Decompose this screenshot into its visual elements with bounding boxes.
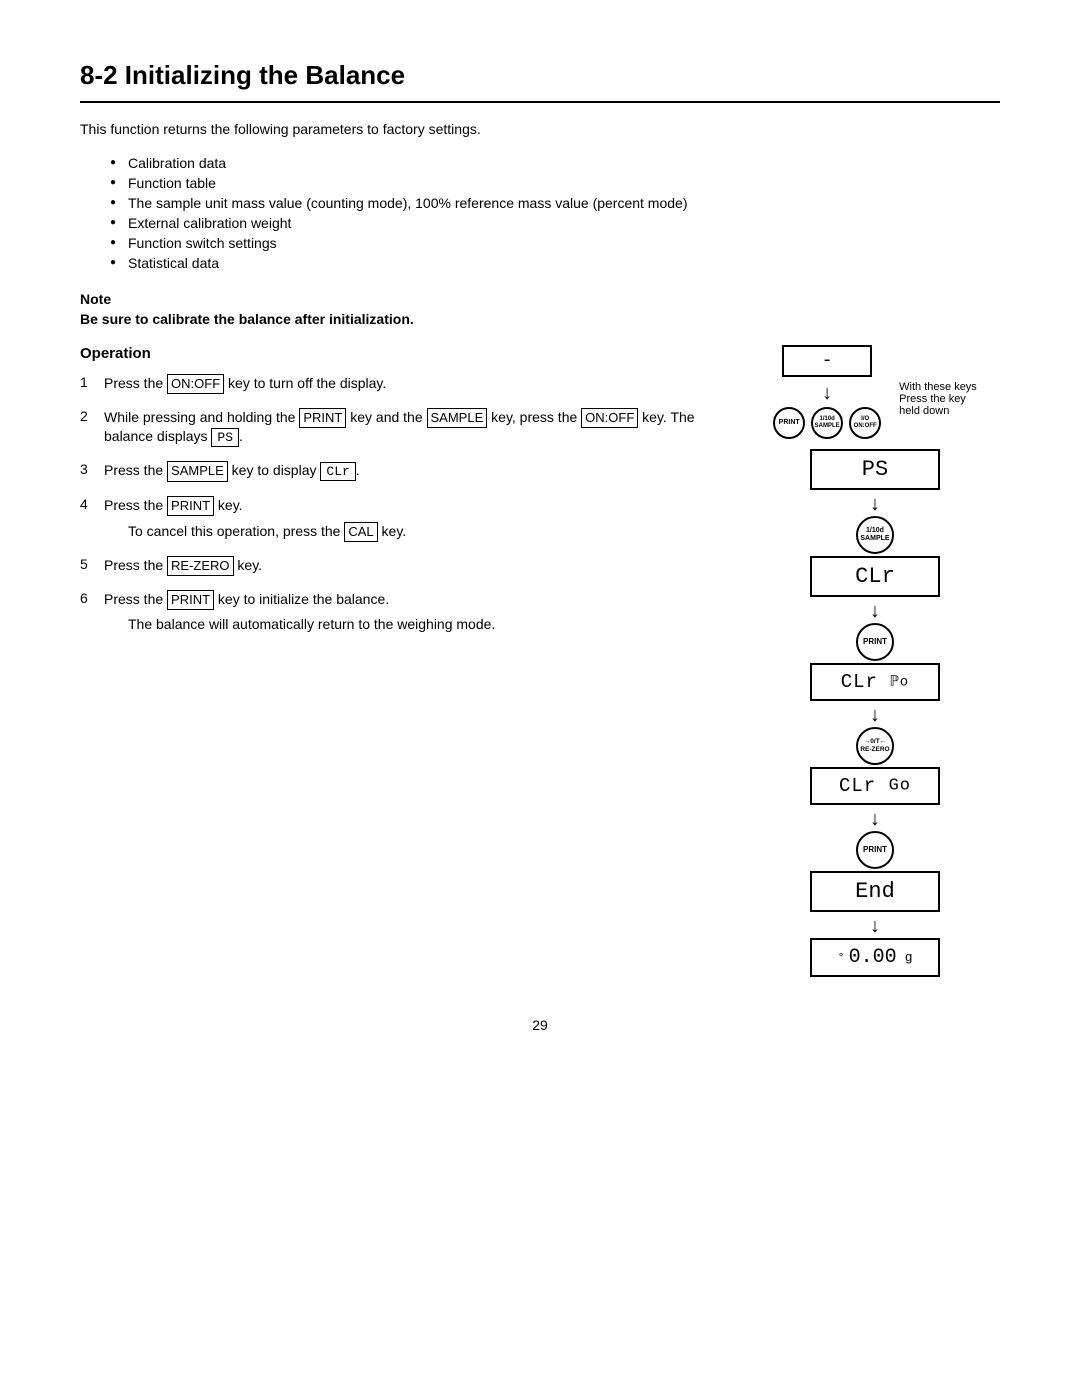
diagram-top-left: - ↓ PRINT	[773, 345, 881, 441]
list-item: Calibration data	[110, 155, 1000, 171]
clr-go-display-box: CLr Go	[810, 767, 940, 805]
step-2: 2 While pressing and holding the PRINT k…	[80, 408, 720, 447]
ps-display-box: PS	[810, 449, 940, 490]
keys-top-row: PRINT 1/10d SAMPLE	[773, 407, 881, 439]
operation-left: Operation 1 Press the ON:OFF key to turn…	[80, 345, 720, 977]
step-6-num: 6	[80, 590, 96, 632]
print-key-4: PRINT	[167, 496, 214, 516]
sample-key-2: SAMPLE	[427, 408, 488, 428]
print-key-circle-2: PRINT	[856, 623, 894, 661]
step-4: 4 Press the PRINT key. To cancel this op…	[80, 496, 720, 542]
arrow-2: ↓	[870, 494, 880, 514]
list-item: The sample unit mass value (counting mod…	[110, 195, 1000, 211]
sample-key-label-2: 1/10d SAMPLE	[860, 527, 889, 544]
print-key-6: PRINT	[167, 590, 214, 610]
intro-text: This function returns the following para…	[80, 121, 1000, 137]
page-number: 29	[80, 1017, 1000, 1033]
step-4-num: 4	[80, 496, 96, 542]
rezero-key-label: →0/T← RE-ZERO	[860, 738, 889, 754]
title-rule	[80, 101, 1000, 103]
step-6-text: Press the PRINT key to initialize the ba…	[104, 590, 720, 632]
note-bold-text: Be sure to calibrate the balance after i…	[80, 311, 1000, 327]
page-title: 8-2 Initializing the Balance	[80, 60, 1000, 91]
arrow-1: ↓	[822, 383, 832, 403]
step-3: 3 Press the SAMPLE key to display CLr.	[80, 461, 720, 481]
note-label: Note	[80, 291, 1000, 307]
step-2-num: 2	[80, 408, 96, 447]
rezero-key-circle: →0/T← RE-ZERO	[856, 727, 894, 765]
sample-key-circle-2: 1/10d SAMPLE	[856, 516, 894, 554]
list-item: Statistical data	[110, 255, 1000, 271]
onoff-key-1: ON:OFF	[167, 374, 224, 394]
diagram-top-section: - ↓ PRINT	[773, 345, 977, 441]
ps-display: PS	[211, 428, 239, 447]
end-display-box: End	[810, 871, 940, 912]
diagram-top-right: With these keys Press the key held down	[899, 345, 977, 417]
step-4-text: Press the PRINT key. To cancel this oper…	[104, 496, 720, 542]
sample-key-circle-top: 1/10d SAMPLE	[811, 407, 843, 439]
arrow-5: ↓	[870, 809, 880, 829]
sample-circle: 1/10d SAMPLE	[811, 407, 843, 439]
step-1: 1 Press the ON:OFF key to turn off the d…	[80, 374, 720, 394]
step-1-num: 1	[80, 374, 96, 394]
onoff-key-2: ON:OFF	[581, 408, 638, 428]
onoff-circle-label: I/O ON:OFF	[854, 416, 877, 429]
step-list: 1 Press the ON:OFF key to turn off the d…	[80, 374, 720, 632]
operation-heading: Operation	[80, 345, 720, 362]
list-item: Function table	[110, 175, 1000, 191]
arrow-4: ↓	[870, 705, 880, 725]
cal-key: CAL	[344, 522, 377, 542]
step-6-sub: The balance will automatically return to…	[128, 616, 720, 632]
print-circle-label: PRINT	[779, 419, 800, 427]
sample-key-3: SAMPLE	[167, 461, 228, 481]
step-5: 5 Press the RE-ZERO key.	[80, 556, 720, 576]
top-display: -	[782, 345, 872, 377]
print-key-circle-top: PRINT	[773, 407, 805, 439]
with-these-keys-label: With these keys	[899, 381, 977, 393]
sample-circle-label: 1/10d SAMPLE	[815, 416, 840, 429]
final-display-box: ° 0.00 g	[810, 938, 940, 977]
operation-section: Operation 1 Press the ON:OFF key to turn…	[80, 345, 1000, 977]
arrow-6: ↓	[870, 916, 880, 936]
bullet-list: Calibration data Function table The samp…	[110, 155, 1000, 271]
step-3-text: Press the SAMPLE key to display CLr.	[104, 461, 720, 481]
unit-g: g	[905, 950, 913, 965]
onoff-key-circle-top: I/O ON:OFF	[849, 407, 881, 439]
held-down-label: held down	[899, 405, 949, 417]
step-5-text: Press the RE-ZERO key.	[104, 556, 720, 576]
step-5-num: 5	[80, 556, 96, 576]
list-item: Function switch settings	[110, 235, 1000, 251]
step-3-num: 3	[80, 461, 96, 481]
print-key-label-3: PRINT	[863, 845, 887, 855]
note-section: Note Be sure to calibrate the balance af…	[80, 291, 1000, 327]
deg-symbol: °	[837, 951, 844, 965]
clr-display-box: CLr	[810, 556, 940, 597]
list-item: External calibration weight	[110, 215, 1000, 231]
rezero-key: RE-ZERO	[167, 556, 234, 576]
step-6: 6 Press the PRINT key to initialize the …	[80, 590, 720, 632]
diagram: - ↓ PRINT	[773, 345, 977, 977]
print-key-label-2: PRINT	[863, 637, 887, 647]
clr-display: CLr	[320, 462, 355, 481]
final-reading: 0.00	[849, 946, 897, 969]
press-the-key-label: Press the key	[899, 393, 966, 405]
print-key-circle-3: PRINT	[856, 831, 894, 869]
onoff-circle: I/O ON:OFF	[849, 407, 881, 439]
step-4-sub: To cancel this operation, press the CAL …	[128, 522, 720, 542]
operation-right: - ↓ PRINT	[750, 345, 1000, 977]
print-circle: PRINT	[773, 407, 805, 439]
step-2-text: While pressing and holding the PRINT key…	[104, 408, 720, 447]
print-key-2: PRINT	[299, 408, 346, 428]
step-1-text: Press the ON:OFF key to turn off the dis…	[104, 374, 720, 394]
clr-no-display-box: CLr ℙo	[810, 663, 940, 701]
arrow-3: ↓	[870, 601, 880, 621]
